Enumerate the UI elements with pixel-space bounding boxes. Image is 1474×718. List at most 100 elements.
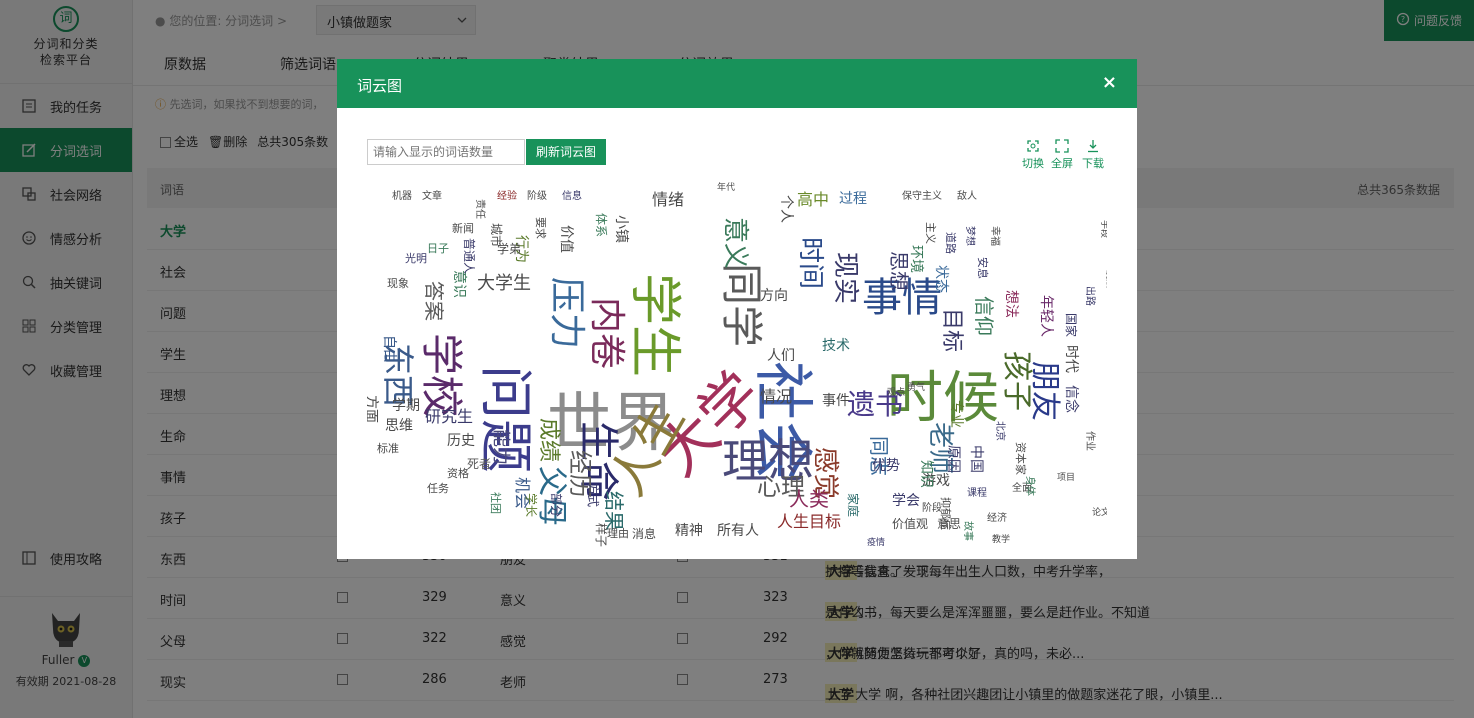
cloud-word[interactable]: 年轻人 bbox=[1038, 295, 1054, 337]
cloud-word[interactable]: 中国 bbox=[968, 445, 984, 473]
cloud-word[interactable]: 社团 bbox=[489, 492, 503, 514]
cloud-word[interactable]: 资本家 bbox=[1014, 442, 1028, 475]
cloud-word[interactable]: 学会 bbox=[892, 493, 920, 509]
cloud-word[interactable]: 手段 bbox=[1099, 220, 1107, 238]
cloud-word[interactable]: 优势 bbox=[872, 458, 900, 474]
cloud-word[interactable]: 时间 bbox=[795, 237, 825, 289]
cloud-word[interactable]: 安息 bbox=[976, 257, 990, 279]
cloud-word[interactable]: 信念 bbox=[1063, 385, 1080, 413]
cloud-word[interactable]: 任务 bbox=[427, 482, 449, 495]
cloud-word[interactable]: 家庭 bbox=[846, 493, 861, 517]
cloud-word[interactable]: 成绩 bbox=[536, 418, 561, 462]
cloud-word[interactable]: 学生 bbox=[624, 273, 684, 377]
cloud-word[interactable]: 身体 bbox=[1024, 476, 1037, 496]
cloud-word[interactable]: 原因 bbox=[945, 445, 961, 473]
cloud-word[interactable]: 资格 bbox=[447, 466, 469, 480]
cloud-word[interactable]: 勇气 bbox=[907, 381, 925, 393]
cloud-word[interactable]: 所有人 bbox=[717, 523, 759, 539]
cloud-word[interactable]: 阶段 bbox=[922, 501, 942, 514]
cloud-word[interactable]: 能力 bbox=[490, 429, 511, 465]
cloud-word[interactable]: 阶级 bbox=[527, 189, 547, 202]
cloud-word[interactable]: 理由 bbox=[607, 526, 629, 540]
cloud-word[interactable]: 文章 bbox=[422, 189, 442, 202]
cloud-word[interactable]: 现象 bbox=[387, 277, 409, 290]
cloud-word[interactable]: 光明 bbox=[405, 251, 427, 265]
cloud-word[interactable]: 意识 bbox=[451, 270, 468, 298]
cloud-word[interactable]: 学长 bbox=[524, 493, 539, 517]
cloud-word[interactable]: 知识 bbox=[918, 460, 935, 488]
cloud-word[interactable]: 意义 bbox=[720, 217, 750, 269]
download-button[interactable]: 下载 bbox=[1080, 139, 1106, 171]
cloud-word[interactable]: 研究生 bbox=[425, 407, 473, 426]
cloud-word[interactable]: 专业 bbox=[948, 400, 964, 428]
cloud-word[interactable]: 状态 bbox=[933, 265, 949, 293]
cloud-word[interactable]: 部分 bbox=[549, 493, 564, 517]
cloud-word[interactable]: 人类 bbox=[789, 487, 829, 511]
cloud-word[interactable]: 道路 bbox=[944, 232, 958, 254]
cloud-word[interactable]: 消息 bbox=[632, 526, 656, 541]
cloud-word[interactable]: 过程 bbox=[839, 191, 867, 207]
cloud-word[interactable]: 观点 bbox=[887, 387, 905, 398]
cloud-word[interactable]: 目标 bbox=[939, 308, 964, 352]
fullscreen-button[interactable]: 全屏 bbox=[1049, 139, 1075, 171]
cloud-word[interactable]: 幸福 bbox=[989, 226, 1002, 246]
cloud-word[interactable]: 答案 bbox=[422, 281, 446, 321]
cloud-word[interactable]: 人们 bbox=[767, 348, 795, 364]
cloud-word[interactable]: 历史 bbox=[447, 433, 475, 449]
cloud-word[interactable]: 课程 bbox=[967, 487, 987, 499]
cloud-word[interactable]: 高中 bbox=[797, 190, 829, 209]
cloud-word[interactable]: 没法 bbox=[1104, 270, 1107, 288]
cloud-word[interactable]: 敌人 bbox=[957, 189, 977, 202]
cloud-word[interactable]: 学校 bbox=[417, 333, 466, 417]
cloud-word[interactable]: 日子 bbox=[427, 242, 449, 255]
cloud-word[interactable]: 情况 bbox=[760, 387, 792, 406]
cloud-word[interactable]: 方向 bbox=[760, 288, 788, 304]
cloud-word[interactable]: 时代 bbox=[1063, 345, 1079, 373]
cloud-word[interactable]: 疫情 bbox=[867, 536, 885, 548]
cloud-word[interactable]: 现实 bbox=[830, 252, 860, 304]
cloud-word[interactable]: 同学 bbox=[717, 263, 766, 347]
cloud-word[interactable]: 小镇 bbox=[613, 215, 629, 243]
cloud-word[interactable]: 主义 bbox=[924, 222, 937, 244]
cloud-word[interactable]: 方面 bbox=[367, 395, 379, 423]
cloud-word[interactable]: 死者 bbox=[467, 457, 491, 471]
cloud-word[interactable]: 体系 bbox=[594, 213, 608, 237]
cloud-word[interactable]: 技术 bbox=[822, 338, 850, 354]
cloud-word[interactable]: 标准 bbox=[377, 441, 399, 455]
cloud-word[interactable]: 论文 bbox=[1092, 506, 1107, 518]
cloud-word[interactable]: 精神 bbox=[675, 523, 703, 539]
refresh-wordcloud-button[interactable]: 刷新词云图 bbox=[526, 139, 606, 165]
cloud-word[interactable]: 作业 bbox=[1084, 431, 1096, 451]
cloud-word[interactable]: 新闻 bbox=[452, 221, 474, 235]
cloud-word[interactable]: 情绪 bbox=[652, 190, 684, 209]
cloud-word[interactable]: 年代 bbox=[717, 181, 735, 193]
cloud-word[interactable]: 想法 bbox=[1003, 290, 1019, 318]
cloud-word[interactable]: 学期 bbox=[392, 398, 420, 414]
cloud-word[interactable]: 自由 bbox=[381, 335, 397, 363]
cloud-word[interactable]: 思维 bbox=[385, 418, 413, 434]
cloud-word[interactable]: 信仰 bbox=[972, 296, 996, 336]
cloud-word[interactable]: 事件 bbox=[822, 393, 850, 409]
cloud-word[interactable]: 经济 bbox=[987, 511, 1007, 524]
cloud-word[interactable]: 国家 bbox=[1064, 313, 1079, 337]
cloud-word[interactable]: 机器 bbox=[392, 189, 412, 202]
cloud-word[interactable]: 教学 bbox=[992, 533, 1010, 545]
cloud-word[interactable]: 人生目标 bbox=[777, 512, 841, 531]
cloud-word[interactable]: 环境 bbox=[908, 245, 924, 273]
cloud-word[interactable]: 保守主义 bbox=[902, 189, 942, 202]
cloud-word[interactable]: 责任 bbox=[474, 199, 487, 219]
cloud-word[interactable]: 思想 bbox=[887, 251, 911, 291]
cloud-word[interactable]: 价值 bbox=[558, 225, 574, 253]
cloud-word[interactable]: 方式 bbox=[586, 483, 601, 507]
switch-button[interactable]: 切换 bbox=[1020, 139, 1046, 171]
cloud-word[interactable]: 大学生 bbox=[477, 273, 531, 294]
cloud-word[interactable]: 信息 bbox=[562, 189, 582, 202]
word-count-input[interactable] bbox=[367, 139, 525, 165]
cloud-word[interactable]: 要求 bbox=[534, 217, 547, 239]
cloud-word[interactable]: 出路 bbox=[1084, 286, 1097, 306]
cloud-word[interactable]: 故事 bbox=[962, 521, 975, 541]
cloud-word[interactable]: 经验 bbox=[497, 189, 517, 202]
cloud-word[interactable]: 价值观 bbox=[892, 516, 928, 531]
cloud-word[interactable]: 压力 bbox=[546, 277, 587, 349]
close-icon[interactable]: × bbox=[1102, 72, 1117, 93]
